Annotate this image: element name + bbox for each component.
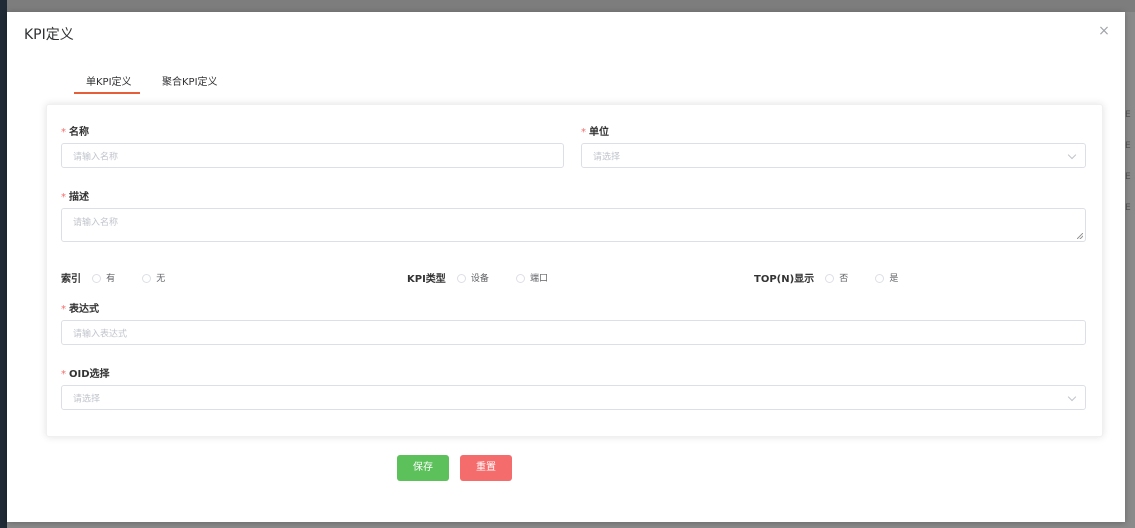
index-radio-yes[interactable]: 有 bbox=[92, 271, 115, 284]
bg-letter: E bbox=[1125, 141, 1131, 151]
index-radio-no[interactable]: 无 bbox=[142, 271, 165, 284]
radio-circle-icon bbox=[516, 274, 526, 283]
tab-aggregate-kpi[interactable]: 聚合KPI定义 bbox=[162, 73, 218, 88]
oid-placeholder: 请选择 bbox=[73, 394, 101, 404]
dialog-title: KPI定义 bbox=[24, 27, 74, 43]
top-n-radio-group: TOP(N)显示 否 是 bbox=[754, 267, 898, 285]
unit-select[interactable]: 请选择 bbox=[581, 143, 1086, 168]
tab-single-kpi[interactable]: 单KPI定义 bbox=[86, 73, 132, 88]
description-placeholder: 请输入名称 bbox=[73, 218, 119, 228]
background-content-peek: E E E E bbox=[1125, 110, 1135, 234]
radio-label: 是 bbox=[889, 274, 899, 284]
unit-label: * 单位 bbox=[581, 123, 609, 138]
required-mark: * bbox=[61, 369, 66, 380]
expression-label: * 表达式 bbox=[61, 300, 99, 315]
chevron-down-icon bbox=[1067, 392, 1077, 401]
close-icon[interactable]: × bbox=[1097, 24, 1111, 38]
resize-handle-icon[interactable] bbox=[1077, 233, 1083, 239]
save-button[interactable]: 保存 bbox=[397, 455, 449, 481]
kpi-type-label: KPI类型 bbox=[407, 274, 446, 285]
top-n-radio-yes[interactable]: 是 bbox=[875, 271, 898, 284]
required-mark: * bbox=[581, 127, 586, 138]
radio-label: 否 bbox=[839, 274, 849, 284]
background-sidebar bbox=[0, 0, 7, 528]
radio-circle-icon bbox=[142, 274, 152, 283]
top-n-radio-no[interactable]: 否 bbox=[825, 271, 848, 284]
radio-label: 设备 bbox=[470, 274, 489, 284]
bg-letter: E bbox=[1125, 203, 1131, 213]
radio-circle-icon bbox=[825, 274, 835, 283]
radio-circle-icon bbox=[92, 274, 102, 283]
expression-label-text: 表达式 bbox=[69, 304, 99, 315]
kpi-type-radio-port[interactable]: 端口 bbox=[516, 271, 548, 284]
unit-placeholder: 请选择 bbox=[593, 152, 621, 162]
description-label: * 描述 bbox=[61, 188, 89, 203]
radio-label: 端口 bbox=[530, 274, 549, 284]
oid-label: * OID选择 bbox=[61, 365, 110, 380]
expression-placeholder: 请输入表达式 bbox=[73, 329, 128, 339]
required-mark: * bbox=[61, 127, 66, 138]
top-n-label: TOP(N)显示 bbox=[754, 274, 815, 285]
index-label: 索引 bbox=[61, 274, 81, 285]
radio-label: 无 bbox=[156, 274, 166, 284]
reset-button[interactable]: 重置 bbox=[460, 455, 512, 481]
kpi-type-radio-group: KPI类型 设备 端口 bbox=[407, 267, 548, 285]
name-label: * 名称 bbox=[61, 123, 89, 138]
oid-select[interactable]: 请选择 bbox=[61, 385, 1086, 410]
bg-letter: E bbox=[1125, 110, 1131, 120]
description-textarea[interactable]: 请输入名称 bbox=[61, 208, 1086, 242]
kpi-type-radio-device[interactable]: 设备 bbox=[456, 271, 489, 284]
radio-circle-icon bbox=[456, 274, 466, 283]
tab-bar: 单KPI定义 聚合KPI定义 bbox=[74, 68, 374, 96]
radio-label: 有 bbox=[106, 274, 116, 284]
required-mark: * bbox=[61, 192, 66, 203]
required-mark: * bbox=[61, 304, 66, 315]
index-radio-group: 索引 有 无 bbox=[61, 267, 165, 285]
description-label-text: 描述 bbox=[69, 192, 89, 203]
chevron-down-icon bbox=[1067, 150, 1077, 159]
form-card: * 名称 请输入名称 * 单位 请选择 * 描述 请输入名称 索引 有 无 KPI bbox=[46, 104, 1103, 437]
active-tab-indicator bbox=[74, 92, 140, 94]
name-label-text: 名称 bbox=[69, 127, 89, 138]
radio-circle-icon bbox=[875, 274, 885, 283]
oid-label-text: OID选择 bbox=[69, 369, 110, 380]
kpi-definition-dialog: KPI定义 × 单KPI定义 聚合KPI定义 * 名称 请输入名称 * 单位 请选择… bbox=[7, 12, 1125, 522]
bg-letter: E bbox=[1125, 172, 1131, 182]
expression-input[interactable]: 请输入表达式 bbox=[61, 320, 1086, 345]
name-placeholder: 请输入名称 bbox=[73, 152, 119, 162]
background-overlay bbox=[7, 0, 1135, 12]
name-input[interactable]: 请输入名称 bbox=[61, 143, 564, 168]
unit-label-text: 单位 bbox=[589, 127, 609, 138]
